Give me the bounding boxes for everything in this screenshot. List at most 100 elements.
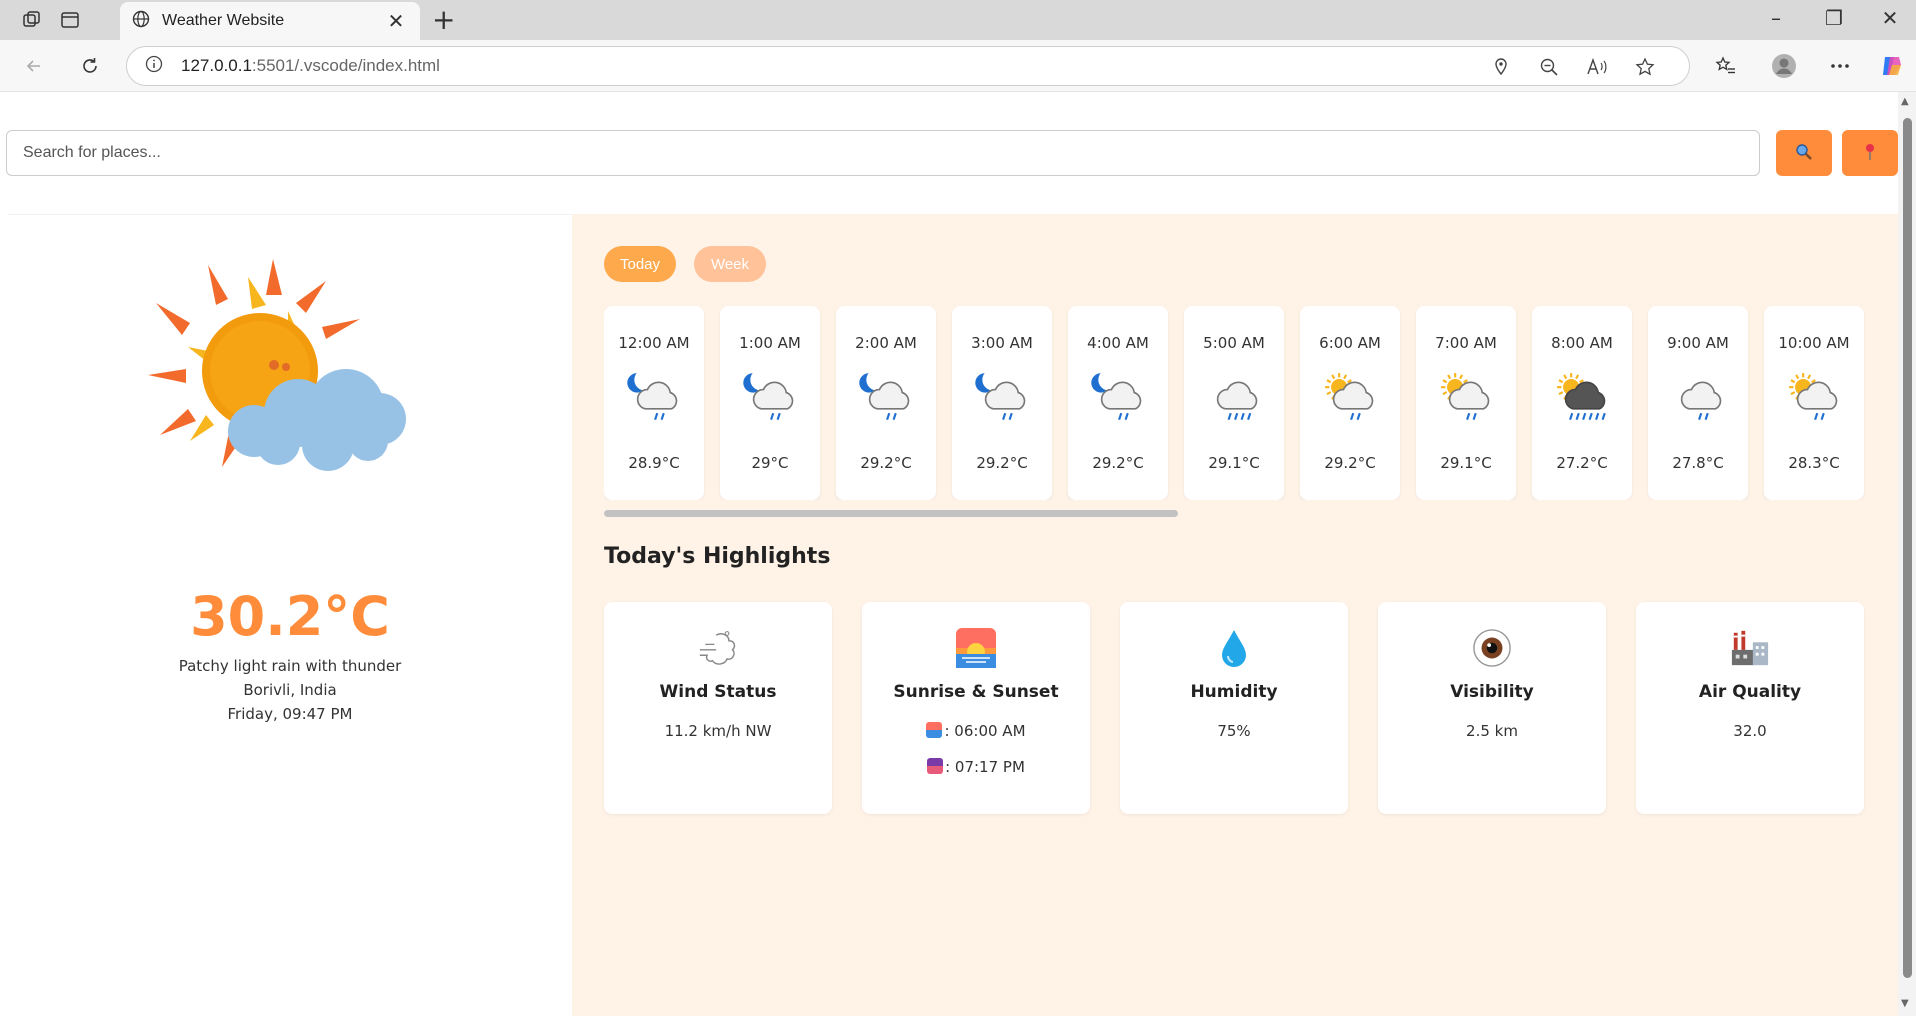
hour-card: 8:00 AM 27.2°C <box>1532 306 1632 500</box>
page-scrollbar[interactable]: ▲ ▼ <box>1898 92 1916 1016</box>
highlights-title: Today's Highlights <box>604 544 831 569</box>
tab-actions-icon[interactable] <box>58 8 82 32</box>
browser-tab-bar: Weather Website ✕ + – ❐ ✕ <box>0 0 1916 40</box>
hour-card: 9:00 AM 27.8°C <box>1648 306 1748 500</box>
hour-card: 12:00 AM 28.9°C <box>604 306 704 500</box>
pushpin-icon <box>1862 143 1878 164</box>
hourly-forecast: 12:00 AM 28.9°C 1:00 AM 29°C 2:00 AM 29.2°C 3:… <box>604 306 1866 500</box>
more-options-icon[interactable] <box>1826 52 1854 80</box>
workspaces-icon[interactable] <box>20 8 44 32</box>
sunrise-time: : 06:00 AM <box>862 722 1090 740</box>
sunset-time: : 07:17 PM <box>862 758 1090 776</box>
current-temperature: 30.2°C <box>190 585 390 648</box>
sun-rain-icon <box>1438 372 1494 424</box>
night-rain-icon <box>858 372 914 424</box>
factory-icon <box>1730 628 1770 668</box>
hour-temperature: 27.2°C <box>1556 454 1608 472</box>
tab-today[interactable]: Today <box>604 246 676 282</box>
horizontal-scrollbar[interactable] <box>604 510 1178 517</box>
hour-time: 4:00 AM <box>1087 334 1149 352</box>
sun-behind-cloud-icon <box>148 255 418 485</box>
hour-temperature: 29.2°C <box>860 454 912 472</box>
weather-page: 30.2°C Patchy light rain with thunder Bo… <box>0 92 1898 1016</box>
restore-icon[interactable]: ❐ <box>1810 6 1858 30</box>
search-button[interactable] <box>1776 130 1832 176</box>
tab-title: Weather Website <box>162 12 285 29</box>
visibility-label: Visibility <box>1450 682 1534 702</box>
sunrise-icon <box>956 628 996 668</box>
current-location-button[interactable] <box>1842 130 1898 176</box>
hour-temperature: 29.2°C <box>976 454 1028 472</box>
hour-time: 12:00 AM <box>618 334 690 352</box>
tab-weather-website[interactable]: Weather Website ✕ <box>120 2 420 40</box>
scrollbar-thumb[interactable] <box>1903 118 1912 978</box>
night-rain-icon <box>742 372 798 424</box>
location-pin-icon[interactable] <box>1489 55 1513 79</box>
hour-card: 5:00 AM 29.1°C <box>1184 306 1284 500</box>
hour-time: 8:00 AM <box>1551 334 1613 352</box>
site-info-icon[interactable] <box>145 55 163 77</box>
scroll-down-icon[interactable]: ▼ <box>1901 998 1909 1009</box>
sun-heavy-rain-icon <box>1554 372 1610 424</box>
globe-icon <box>132 10 150 32</box>
close-tab-icon[interactable]: ✕ <box>384 9 408 33</box>
location-name: Borivli, India <box>243 681 337 699</box>
profile-avatar-icon[interactable] <box>1770 52 1798 80</box>
humidity-card: Humidity 75% <box>1120 602 1348 814</box>
drizzle-icon <box>1206 372 1262 424</box>
humidity-label: Humidity <box>1190 682 1278 702</box>
hour-card: 10:00 AM 28.3°C <box>1764 306 1864 500</box>
search-row <box>6 130 1898 178</box>
url-text: 127.0.0.1:5501/.vscode/index.html <box>181 56 440 75</box>
hour-temperature: 29.2°C <box>1324 454 1376 472</box>
hour-card: 6:00 AM 29.2°C <box>1300 306 1400 500</box>
sun-rain-icon <box>1786 372 1842 424</box>
hour-time: 3:00 AM <box>971 334 1033 352</box>
air-quality-label: Air Quality <box>1698 682 1802 702</box>
sunrise-mini-icon <box>926 722 943 738</box>
search-input[interactable] <box>6 130 1760 176</box>
favorites-icon[interactable] <box>1712 52 1740 80</box>
hour-time: 9:00 AM <box>1667 334 1729 352</box>
close-window-icon[interactable]: ✕ <box>1866 6 1914 30</box>
refresh-icon[interactable] <box>76 52 104 80</box>
humidity-value: 75% <box>1217 722 1251 740</box>
wind-status-label: Wind Status <box>659 682 777 702</box>
hour-card: 3:00 AM 29.2°C <box>952 306 1052 500</box>
hour-card: 4:00 AM 29.2°C <box>1068 306 1168 500</box>
visibility-card: Visibility 2.5 km <box>1378 602 1606 814</box>
weather-condition: Patchy light rain with thunder <box>178 657 402 675</box>
air-quality-value: 32.0 <box>1733 722 1767 740</box>
address-bar[interactable]: 127.0.0.1:5501/.vscode/index.html <box>126 46 1690 86</box>
hour-time: 6:00 AM <box>1319 334 1381 352</box>
favorite-star-icon[interactable] <box>1633 55 1657 79</box>
new-tab-icon[interactable]: + <box>432 6 455 34</box>
wind-icon <box>698 628 738 668</box>
droplet-icon <box>1214 628 1254 668</box>
minimize-icon[interactable]: – <box>1752 6 1800 30</box>
hour-time: 7:00 AM <box>1435 334 1497 352</box>
copilot-icon[interactable] <box>1878 52 1906 80</box>
hour-temperature: 29°C <box>751 454 789 472</box>
night-rain-icon <box>626 372 682 424</box>
zoom-out-icon[interactable] <box>1537 55 1561 79</box>
wind-status-value: 11.2 km/h NW <box>664 722 772 740</box>
tab-week[interactable]: Week <box>694 246 766 282</box>
read-aloud-icon[interactable] <box>1585 55 1609 79</box>
hour-temperature: 28.3°C <box>1788 454 1840 472</box>
visibility-value: 2.5 km <box>1466 722 1518 740</box>
hour-card: 1:00 AM 29°C <box>720 306 820 500</box>
hour-time: 10:00 AM <box>1778 334 1850 352</box>
sunrise-sunset-label: Sunrise & Sunset <box>893 682 1059 702</box>
forecast-panel: Today Week 12:00 AM 28.9°C 1:00 AM 29°C 2:00… <box>572 214 1898 1016</box>
hour-temperature: 29.2°C <box>1092 454 1144 472</box>
sunset-mini-icon <box>927 758 944 774</box>
back-icon[interactable] <box>20 52 48 80</box>
hour-time: 2:00 AM <box>855 334 917 352</box>
hour-temperature: 28.9°C <box>628 454 680 472</box>
night-rain-icon <box>974 372 1030 424</box>
current-weather-panel: 30.2°C Patchy light rain with thunder Bo… <box>8 214 572 1016</box>
hour-temperature: 27.8°C <box>1672 454 1724 472</box>
scroll-up-icon[interactable]: ▲ <box>1901 96 1909 107</box>
night-rain-icon <box>1090 372 1146 424</box>
